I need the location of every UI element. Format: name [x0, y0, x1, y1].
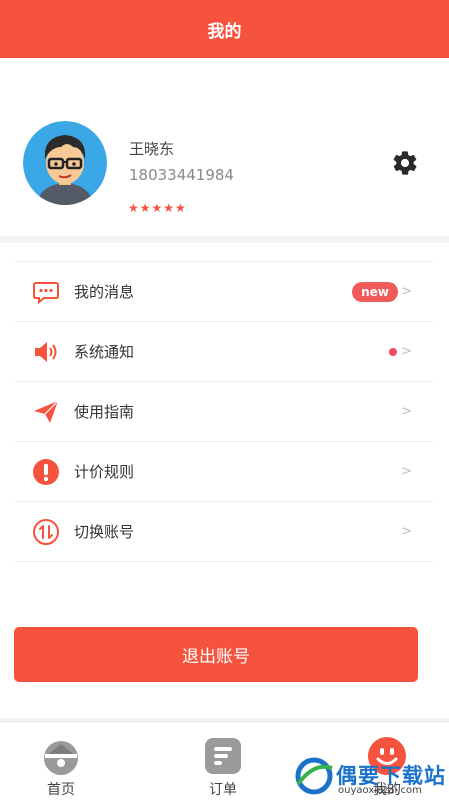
exclamation-icon: [32, 458, 60, 486]
order-icon: [203, 736, 243, 776]
menu-item-guide[interactable]: 使用指南 >: [14, 381, 434, 441]
chevron-right-icon: >: [401, 524, 412, 539]
watermark: 偶要下载站 ouyaoxiazai.com: [292, 752, 449, 799]
settings-button[interactable]: [388, 146, 422, 180]
user-phone: 18033441984: [129, 166, 234, 184]
chevron-right-icon: >: [401, 344, 412, 359]
tab-label: 订单: [209, 782, 237, 798]
tab-orders[interactable]: 订单: [168, 722, 278, 800]
menu-item-switch-account[interactable]: 切换账号 >: [14, 501, 434, 562]
logout-button[interactable]: 退出账号: [14, 627, 418, 682]
menu-item-label: 系统通知: [74, 343, 135, 361]
unread-dot: [389, 348, 397, 356]
user-name: 王晓东: [129, 140, 175, 158]
speaker-icon: [32, 338, 60, 366]
menu-section: 我的消息 new > 系统通知 > 使用指南 > 计价规则 > 切换账号 >: [0, 243, 449, 563]
chevron-right-icon: >: [401, 284, 412, 299]
home-icon: [41, 736, 81, 776]
page-header: 我的: [0, 0, 449, 58]
message-icon: [32, 278, 60, 306]
menu-item-notifications[interactable]: 系统通知 >: [14, 321, 434, 381]
menu-item-label: 计价规则: [74, 463, 135, 481]
avatar[interactable]: [23, 121, 107, 205]
menu-item-messages[interactable]: 我的消息 new >: [14, 261, 434, 321]
menu-item-label: 使用指南: [74, 403, 135, 421]
menu-item-label: 切换账号: [74, 523, 135, 541]
chevron-right-icon: >: [401, 464, 412, 479]
menu-list: 我的消息 new > 系统通知 > 使用指南 > 计价规则 > 切换账号 >: [14, 261, 434, 562]
page-title: 我的: [207, 21, 242, 42]
watermark-logo-icon: [295, 757, 333, 795]
profile-card: 王晓东 18033441984 ★★★★★: [0, 58, 449, 236]
paper-plane-icon: [32, 398, 60, 426]
chevron-right-icon: >: [401, 404, 412, 419]
gear-icon: [393, 151, 417, 175]
switch-account-icon: [32, 518, 60, 546]
tab-label: 首页: [47, 782, 75, 798]
logout-section: 退出账号: [0, 563, 449, 718]
new-badge: new: [352, 282, 398, 302]
menu-item-pricing[interactable]: 计价规则 >: [14, 441, 434, 501]
tab-home[interactable]: 首页: [6, 722, 116, 800]
menu-item-label: 我的消息: [74, 283, 135, 301]
rating-stars: ★★★★★: [128, 201, 187, 215]
watermark-subtext: ouyaoxiazai.com: [338, 785, 422, 796]
